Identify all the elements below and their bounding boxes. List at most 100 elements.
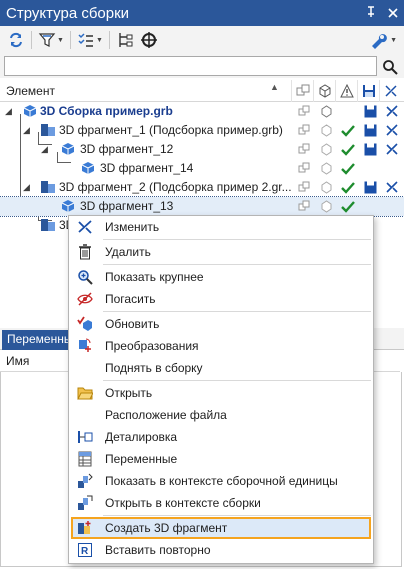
tree-row[interactable]: ◢ 3D Сборка пример.grb <box>0 102 404 121</box>
filter-button[interactable]: ▼ <box>35 28 67 52</box>
chevron-down-icon: ▼ <box>390 36 397 44</box>
menu-item-file-location[interactable]: Расположение файла <box>69 404 373 426</box>
expand-toggle-icon[interactable]: ◢ <box>23 182 30 193</box>
tree-item-label: 3D фрагмент_1 (Подсборка пример.grb) <box>59 123 283 137</box>
checklist-button[interactable]: ▼ <box>74 28 106 52</box>
edit-icon[interactable] <box>381 122 403 139</box>
assembly-context-icon <box>74 470 96 492</box>
menu-item-delete[interactable]: Удалить <box>69 241 373 263</box>
edit-icon[interactable] <box>381 103 403 120</box>
edit-icon[interactable] <box>381 141 403 158</box>
assembly-3d-icon <box>23 105 37 117</box>
menu-item-zoom[interactable]: Показать крупнее <box>69 266 373 288</box>
transform-icon <box>74 335 96 357</box>
menu-item-hide[interactable]: Погасить <box>69 288 373 310</box>
wrench-icon <box>372 34 387 49</box>
visibility-icon[interactable] <box>293 160 315 177</box>
fragment-icon <box>41 124 55 136</box>
edit-column-icon[interactable] <box>379 80 401 102</box>
chevron-down-icon: ▼ <box>95 36 103 44</box>
tree-row-selected[interactable]: 3D фрагмент_13 <box>0 196 404 217</box>
menu-item-show-in-assembly-unit[interactable]: Показать в контексте сборочной единицы <box>69 470 373 492</box>
tree-row[interactable]: ◢ 3D фрагмент_2 (Подсборка пример 2.gr..… <box>0 178 404 197</box>
tree-row[interactable]: ◢ 3D фрагмент_1 (Подсборка пример.grb) <box>0 121 404 140</box>
cube-icon[interactable] <box>315 160 337 177</box>
checklist-icon <box>78 33 93 47</box>
refresh-button[interactable] <box>4 28 28 52</box>
menu-item-open[interactable]: Открыть <box>69 382 373 404</box>
zoom-icon <box>74 266 96 288</box>
expand-toggle-icon[interactable]: ◢ <box>41 144 48 155</box>
trash-icon <box>74 241 96 263</box>
edit-icon <box>74 216 96 238</box>
panel-title-bar: Структура сборки <box>0 0 404 26</box>
menu-item-transform[interactable]: Преобразования <box>69 335 373 357</box>
sort-arrow-icon: ▲ <box>270 82 279 92</box>
close-button[interactable] <box>382 6 404 21</box>
menu-item-open-in-assembly[interactable]: Открыть в контексте сборки <box>69 492 373 514</box>
menu-item-variables[interactable]: Переменные <box>69 448 373 470</box>
cube-icon[interactable] <box>315 122 337 139</box>
settings-button[interactable]: ▼ <box>366 28 400 52</box>
variables-table-icon <box>74 448 96 470</box>
part-3d-icon <box>81 162 95 174</box>
panel-title: Структура сборки <box>6 4 130 22</box>
menu-item-create-3d-fragment[interactable]: Создать 3D фрагмент <box>71 517 371 539</box>
tab-variables[interactable]: Переменные <box>2 330 76 350</box>
hierarchy-icon <box>119 33 133 47</box>
chevron-down-icon: ▼ <box>57 36 64 44</box>
fragment-icon <box>41 219 55 231</box>
visibility-icon[interactable] <box>293 141 315 158</box>
menu-item-raise-to-assembly[interactable]: Поднять в сборку <box>69 357 373 379</box>
context-menu: Изменить Удалить Показать крупнее Погаси… <box>68 215 374 564</box>
menu-item-detailing[interactable]: Деталировка <box>69 426 373 448</box>
toolbar: ▼ ▼ ▼ <box>0 26 404 54</box>
cube-icon[interactable] <box>315 198 337 215</box>
warning-column-icon[interactable] <box>335 80 357 102</box>
svg-text:R: R <box>81 546 89 557</box>
search-button[interactable] <box>380 57 400 77</box>
edit-icon[interactable] <box>381 179 403 196</box>
fragment-icon <box>41 181 55 193</box>
column-element-header[interactable]: Элемент <box>6 84 55 98</box>
open-assembly-icon <box>74 492 96 514</box>
tree-row[interactable]: ◢ 3D фрагмент_12 <box>0 140 404 159</box>
save-icon[interactable] <box>359 179 381 196</box>
menu-item-update[interactable]: Обновить <box>69 313 373 335</box>
pin-icon <box>368 5 374 17</box>
save-column-icon[interactable] <box>357 80 379 102</box>
check-icon <box>337 122 359 139</box>
tree-item-label: 3D фрагмент_12 <box>80 142 174 156</box>
part-3d-icon <box>61 200 75 212</box>
menu-item-edit[interactable]: Изменить <box>69 216 373 238</box>
save-icon[interactable] <box>359 141 381 158</box>
part-3d-icon <box>61 143 75 155</box>
visibility-icon[interactable] <box>293 103 315 120</box>
pin-button[interactable] <box>360 5 382 21</box>
tree-item-label: 3D фрагмент_13 <box>80 199 174 213</box>
insert-again-icon: R <box>74 539 96 561</box>
expand-toggle-icon[interactable]: ◢ <box>23 125 30 136</box>
cube-icon[interactable] <box>315 141 337 158</box>
visibility-icon[interactable] <box>293 198 315 215</box>
cube-icon[interactable] <box>315 103 337 120</box>
detailing-icon <box>74 426 96 448</box>
visibility-icon[interactable] <box>293 179 315 196</box>
visibility-icon[interactable] <box>293 122 315 139</box>
save-icon[interactable] <box>359 103 381 120</box>
target-button[interactable] <box>137 28 161 52</box>
check-icon <box>337 141 359 158</box>
visibility-column-icon[interactable] <box>291 80 313 102</box>
search-input[interactable] <box>4 56 377 76</box>
expand-toggle-icon[interactable]: ◢ <box>5 106 12 117</box>
folder-icon <box>74 382 96 404</box>
cube-icon[interactable] <box>315 179 337 196</box>
cube-column-icon[interactable] <box>313 80 335 102</box>
hierarchy-button[interactable] <box>113 28 137 52</box>
update-icon <box>74 313 96 335</box>
hide-eye-icon <box>74 288 96 310</box>
menu-item-insert-again[interactable]: R Вставить повторно <box>69 539 373 561</box>
tree-item-label: 3D фрагмент_14 <box>100 161 194 175</box>
tree-row[interactable]: 3D фрагмент_14 <box>0 159 404 178</box>
save-icon[interactable] <box>359 122 381 139</box>
